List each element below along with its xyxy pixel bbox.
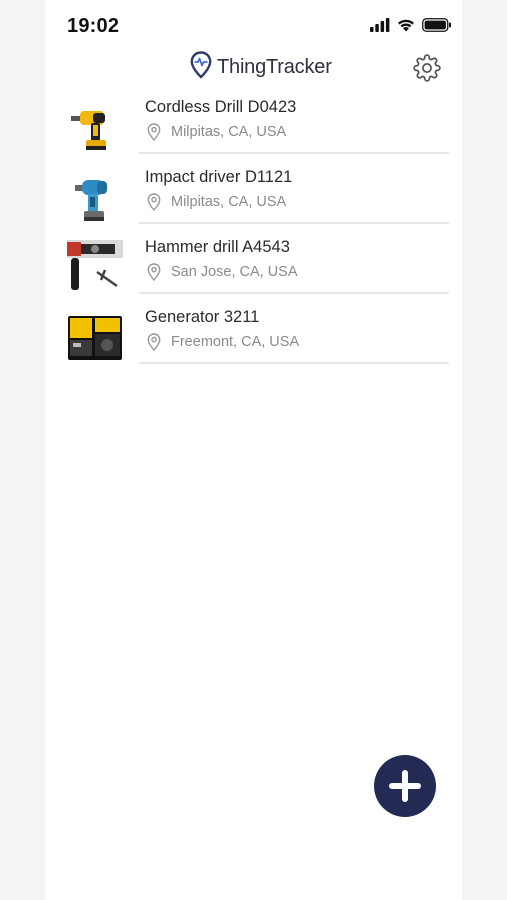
divider (139, 362, 449, 364)
item-name: Impact driver D1121 (145, 168, 293, 186)
item-location: Milpitas, CA, USA (145, 123, 286, 141)
item-name: Hammer drill A4543 (145, 238, 290, 256)
battery-icon (422, 18, 452, 37)
app-screen: 19:02 ThingTracker Cordless Drill D0423 … (45, 0, 462, 900)
divider (139, 222, 449, 224)
item-name: Cordless Drill D0423 (145, 98, 297, 116)
location-pulse-icon (190, 51, 212, 84)
status-icons (370, 18, 452, 37)
hammer-drill-image (67, 240, 123, 296)
location-pin-icon (147, 123, 165, 141)
cellular-signal-icon (370, 18, 390, 37)
app-logo: ThingTracker (190, 51, 332, 84)
list-item[interactable]: Hammer drill A4543 San Jose, CA, USA (45, 232, 462, 302)
list-item[interactable]: Cordless Drill D0423 Milpitas, CA, USA (45, 92, 462, 162)
item-location: Freemont, CA, USA (145, 333, 299, 351)
location-pin-icon (147, 263, 165, 281)
wifi-icon (396, 18, 416, 37)
item-location-text: Milpitas, CA, USA (171, 194, 287, 210)
gear-icon (413, 54, 441, 86)
divider (139, 292, 449, 294)
list-item[interactable]: Generator 3211 Freemont, CA, USA (45, 302, 462, 372)
item-location-text: San Jose, CA, USA (171, 264, 298, 280)
item-location-text: Freemont, CA, USA (171, 334, 300, 350)
generator-image (67, 310, 123, 366)
app-title: ThingTracker (217, 56, 332, 78)
add-item-button[interactable] (374, 755, 436, 817)
impact-driver-image (67, 170, 123, 226)
status-bar: 19:02 (45, 0, 462, 54)
item-location: Milpitas, CA, USA (145, 193, 286, 211)
list-item[interactable]: Impact driver D1121 Milpitas, CA, USA (45, 162, 462, 232)
plus-icon (374, 770, 436, 821)
settings-button[interactable] (413, 54, 441, 82)
item-location-text: Milpitas, CA, USA (171, 124, 287, 140)
divider (139, 152, 449, 154)
status-time: 19:02 (67, 15, 120, 37)
item-location: San Jose, CA, USA (145, 263, 298, 281)
thing-list: Cordless Drill D0423 Milpitas, CA, USA I… (45, 92, 462, 372)
cordless-drill-image (67, 100, 123, 156)
app-header: ThingTracker (45, 48, 462, 88)
location-pin-icon (147, 333, 165, 351)
item-name: Generator 3211 (145, 308, 260, 326)
location-pin-icon (147, 193, 165, 211)
